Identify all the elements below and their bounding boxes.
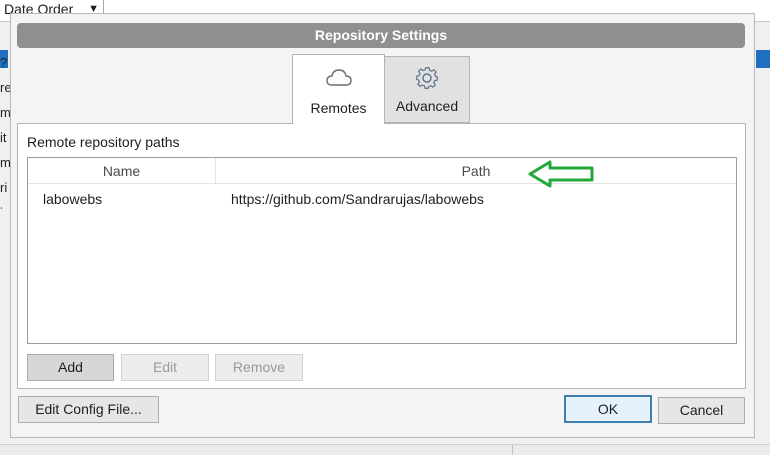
background-selection-right	[756, 50, 770, 68]
annotation-arrow-icon	[528, 160, 594, 188]
remote-paths-label: Remote repository paths	[27, 134, 180, 150]
tab-remotes[interactable]: Remotes	[292, 54, 385, 124]
ok-button[interactable]: OK	[564, 395, 652, 423]
tab-advanced[interactable]: Advanced	[384, 56, 470, 123]
tab-advanced-label: Advanced	[395, 98, 459, 114]
tab-remotes-label: Remotes	[310, 100, 367, 116]
column-header-name[interactable]: Name	[28, 158, 216, 184]
remote-name-cell: labowebs	[43, 191, 103, 207]
remove-remote-button[interactable]: Remove	[215, 354, 303, 381]
remote-path-cell: https://github.com/Sandrarujas/labowebs	[231, 191, 484, 207]
background-status-bar	[0, 444, 770, 455]
column-header-path[interactable]: Path	[216, 158, 736, 184]
cloud-icon	[325, 69, 352, 86]
gear-icon	[416, 67, 438, 89]
remotes-table: Name Path labowebs https://github.com/Sa…	[27, 157, 737, 344]
remotes-panel: Remote repository paths Name Path labowe…	[17, 123, 746, 389]
dialog-title: Repository Settings	[17, 23, 745, 48]
repository-settings-dialog: Repository Settings Remotes Advanced Rem…	[10, 13, 755, 438]
cancel-button[interactable]: Cancel	[658, 397, 745, 424]
edit-config-file-button[interactable]: Edit Config File...	[18, 396, 159, 423]
add-remote-button[interactable]: Add	[27, 354, 114, 381]
table-row[interactable]: labowebs https://github.com/Sandrarujas/…	[28, 185, 736, 213]
edit-remote-button[interactable]: Edit	[121, 354, 209, 381]
